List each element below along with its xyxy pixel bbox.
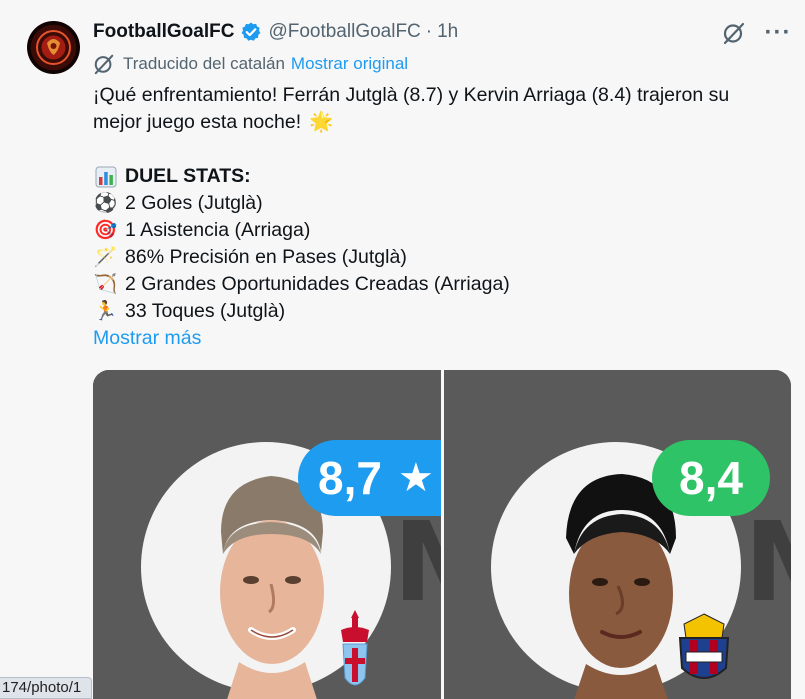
post-text: ¡Qué enfrentamiento! Ferrán Jutglà (8.7)… xyxy=(93,82,783,352)
translate-icon xyxy=(93,53,115,75)
tweet: FootballGoalFC @FootballGoalFC · 1h ··· xyxy=(0,0,805,699)
more-options-icon[interactable]: ··· xyxy=(765,19,791,46)
separator-dot: · xyxy=(425,21,433,42)
post-line-2-text: mejor juego esta noche! xyxy=(93,111,302,133)
media-image-left[interactable]: M 8,7 ★ xyxy=(93,370,441,699)
stat-line: 🏃 33 Toques (Jutglà) xyxy=(93,298,783,325)
post-timestamp[interactable]: 1h xyxy=(437,21,458,43)
background-letter: M xyxy=(393,498,441,626)
stat-line: 🎯 1 Asistencia (Arriaga) xyxy=(93,217,783,244)
magic-wand-icon: 🪄 xyxy=(93,247,118,268)
post-media[interactable]: M 8,7 ★ xyxy=(93,370,791,699)
stat-text: 86% Precisión en Pases (Jutglà) xyxy=(125,246,407,268)
verified-badge-icon xyxy=(240,21,262,43)
levante-crest-icon xyxy=(678,613,730,679)
status-bar-url: 174/photo/1 xyxy=(0,677,93,699)
media-image-right[interactable]: M 8,4 xyxy=(444,370,791,699)
user-handle[interactable]: @FootballGoalFC xyxy=(268,21,420,43)
bow-arrow-icon: 🏹 xyxy=(93,274,118,295)
glowing-star-icon: 🌟 xyxy=(309,111,334,133)
stat-text: 2 Grandes Oportunidades Creadas (Arriaga… xyxy=(125,273,510,295)
celta-crest-icon xyxy=(341,610,369,686)
soccer-ball-icon: ⚽ xyxy=(93,193,118,214)
bar-chart-icon xyxy=(93,165,118,189)
grok-icon[interactable] xyxy=(721,20,747,46)
stat-text: 33 Toques (Jutglà) xyxy=(125,300,286,322)
stats-heading-line: DUEL STATS: xyxy=(93,163,783,190)
background-letter: M xyxy=(744,498,791,626)
translation-bar: Traducido del catalán Mostrar original xyxy=(93,53,408,75)
tweet-header: FootballGoalFC @FootballGoalFC · 1h xyxy=(93,19,458,45)
stats-heading: DUEL STATS: xyxy=(125,165,251,187)
show-original-link[interactable]: Mostrar original xyxy=(291,54,408,74)
rating-badge-right: 8,4 xyxy=(652,440,770,516)
post-line-1: ¡Qué enfrentamiento! Ferrán Jutglà (8.7)… xyxy=(93,84,730,106)
show-more-link[interactable]: Mostrar más xyxy=(93,325,201,352)
stat-line: 🏹 2 Grandes Oportunidades Creadas (Arria… xyxy=(93,271,783,298)
stat-line: ⚽ 2 Goles (Jutglà) xyxy=(93,190,783,217)
rating-value: 8,4 xyxy=(679,452,743,504)
rating-badge-left: 8,7 ★ xyxy=(298,440,441,516)
post-actions-top: ··· xyxy=(721,19,791,46)
avatar-crest-icon xyxy=(41,35,66,60)
star-icon: ★ xyxy=(397,456,434,500)
stat-line: 🪄 86% Precisión en Pases (Jutglà) xyxy=(93,244,783,271)
display-name[interactable]: FootballGoalFC xyxy=(93,21,234,43)
rating-value: 8,7 xyxy=(318,452,382,504)
stat-text: 2 Goles (Jutglà) xyxy=(125,192,263,214)
translation-note: Traducido del catalán xyxy=(123,54,285,73)
avatar[interactable] xyxy=(27,21,80,74)
running-person-icon: 🏃 xyxy=(93,301,118,322)
show-more-line: Mostrar más xyxy=(93,325,783,352)
stat-text: 1 Asistencia (Arriaga) xyxy=(125,219,311,241)
post-line-2: mejor juego esta noche! 🌟 xyxy=(93,109,783,136)
target-icon: 🎯 xyxy=(93,220,118,241)
